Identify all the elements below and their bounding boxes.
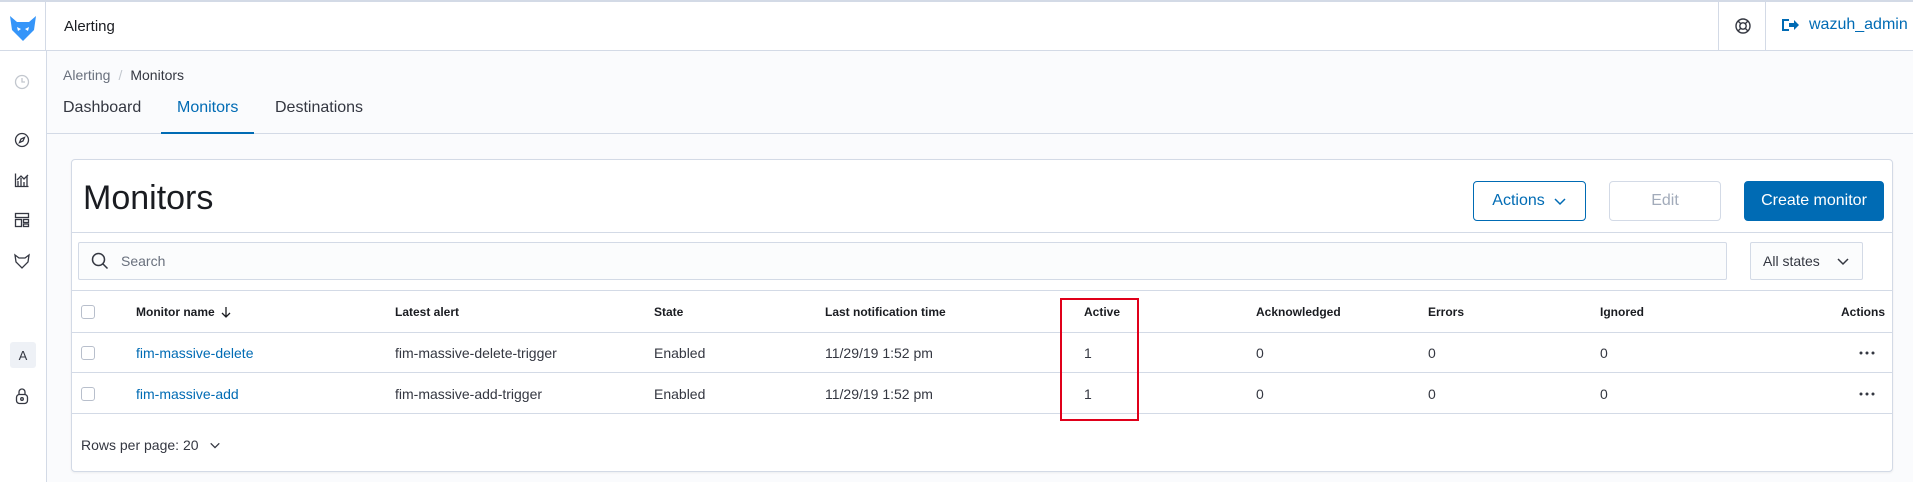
column-last-notification[interactable]: Last notification time — [825, 291, 946, 332]
row-checkbox[interactable] — [81, 345, 95, 360]
actions-button-label: Actions — [1492, 192, 1545, 209]
chevron-down-icon — [1554, 198, 1566, 206]
monitors-panel: Monitors Actions Edit Create monitor All… — [71, 159, 1893, 472]
column-acknowledged[interactable]: Acknowledged — [1256, 291, 1341, 332]
acknowledged-cell: 0 — [1256, 344, 1264, 361]
latest-alert-cell: fim-massive-add-trigger — [395, 385, 543, 402]
page-title: Monitors — [83, 179, 214, 217]
highlight-box — [1060, 298, 1139, 421]
dashboard-icon[interactable] — [12, 210, 32, 230]
table-row: fim-massive-add fim-massive-add-trigger … — [72, 374, 1892, 414]
tab-dashboard[interactable]: Dashboard — [47, 99, 157, 134]
rows-per-page-select[interactable]: Rows per page: 20 — [81, 437, 221, 453]
state-filter-value: All states — [1763, 253, 1820, 269]
breadcrumb-alerting[interactable]: Alerting — [63, 67, 110, 83]
create-monitor-button[interactable]: Create monitor — [1744, 181, 1884, 221]
column-ignored[interactable]: Ignored — [1600, 291, 1644, 332]
last-notification-cell: 11/29/19 1:52 pm — [825, 344, 933, 361]
header-divider — [1718, 2, 1719, 51]
select-all-checkbox[interactable] — [81, 304, 95, 319]
tab-bar: Dashboard Monitors Destinations — [47, 93, 1913, 134]
ignored-cell: 0 — [1600, 344, 1608, 361]
divider — [72, 232, 1892, 233]
tab-monitors[interactable]: Monitors — [161, 99, 255, 134]
tab-destinations[interactable]: Destinations — [259, 99, 379, 134]
search-input[interactable] — [121, 253, 1621, 269]
edit-button[interactable]: Edit — [1609, 181, 1721, 221]
breadcrumb-separator: / — [118, 67, 123, 83]
help-icon[interactable] — [1734, 17, 1752, 35]
table-header-row: Monitor name Latest alert State Last not… — [72, 291, 1892, 333]
state-filter-select[interactable]: All states — [1750, 242, 1863, 280]
column-latest-alert[interactable]: Latest alert — [395, 291, 459, 332]
errors-cell: 0 — [1428, 344, 1436, 361]
state-cell: Enabled — [654, 344, 706, 361]
ignored-cell: 0 — [1600, 385, 1608, 402]
rows-per-page-label: Rows per page: 20 — [81, 437, 199, 453]
last-notification-cell: 11/29/19 1:52 pm — [825, 385, 933, 402]
monitor-name-link[interactable]: fim-massive-add — [136, 374, 239, 413]
more-actions-icon[interactable] — [1859, 392, 1875, 396]
side-navigation: A — [0, 51, 47, 482]
search-icon — [91, 252, 109, 270]
top-header: Alerting wazuh_admin — [0, 0, 1913, 51]
actions-button[interactable]: Actions — [1473, 181, 1586, 221]
search-box[interactable] — [78, 242, 1727, 280]
column-label: Monitor name — [136, 304, 215, 319]
lock-icon[interactable] — [12, 386, 32, 406]
app-title: Alerting — [64, 18, 115, 35]
visualize-icon[interactable] — [12, 170, 32, 190]
header-divider — [1765, 2, 1766, 51]
column-state[interactable]: State — [654, 291, 683, 332]
errors-cell: 0 — [1428, 385, 1436, 402]
chevron-down-icon — [1837, 258, 1849, 266]
breadcrumb: Alerting / Monitors — [63, 67, 184, 83]
acknowledged-cell: 0 — [1256, 385, 1264, 402]
space-avatar[interactable]: A — [10, 342, 36, 368]
username: wazuh_admin — [1809, 16, 1908, 33]
latest-alert-cell: fim-massive-delete-trigger — [395, 344, 557, 361]
table-row: fim-massive-delete fim-massive-delete-tr… — [72, 333, 1892, 373]
monitor-name-link[interactable]: fim-massive-delete — [136, 333, 253, 372]
breadcrumb-monitors: Monitors — [130, 67, 185, 83]
compass-icon[interactable] — [12, 130, 32, 150]
wazuh-logo-icon[interactable] — [0, 2, 46, 51]
chevron-down-icon — [209, 442, 220, 449]
column-monitor-name[interactable]: Monitor name — [136, 291, 231, 332]
more-actions-icon[interactable] — [1859, 351, 1875, 355]
wazuh-icon[interactable] — [12, 251, 32, 271]
column-errors[interactable]: Errors — [1428, 291, 1464, 332]
clock-icon[interactable] — [12, 72, 32, 92]
logout-icon — [1782, 19, 1799, 31]
user-menu[interactable]: wazuh_admin — [1781, 16, 1908, 34]
row-checkbox[interactable] — [81, 386, 95, 401]
column-actions: Actions — [1841, 304, 1886, 319]
state-cell: Enabled — [654, 385, 706, 402]
sort-arrow-down-icon — [221, 306, 231, 318]
